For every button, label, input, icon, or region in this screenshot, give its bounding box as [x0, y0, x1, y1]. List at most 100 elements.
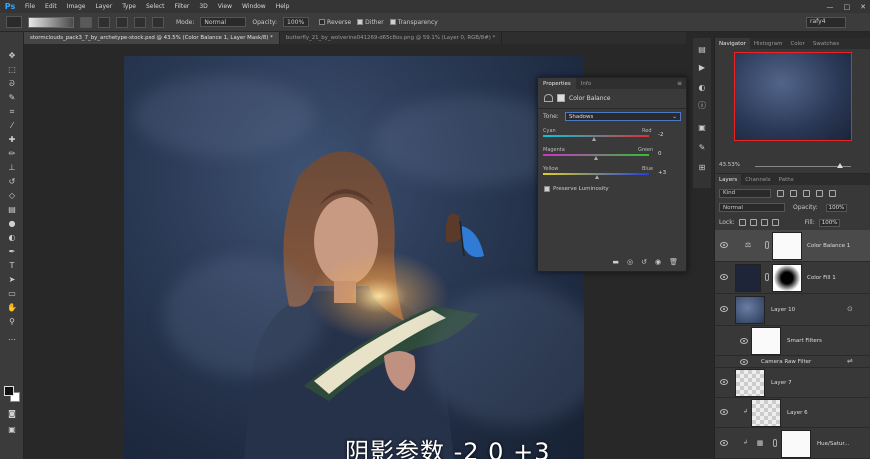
menu-type[interactable]: Type — [117, 3, 141, 10]
view-previous-icon[interactable]: ◎ — [627, 258, 633, 266]
menu-file[interactable]: File — [20, 3, 40, 10]
navigator-zoom-value[interactable]: 43.53% — [719, 162, 740, 168]
magenta-green-value[interactable]: 0 — [658, 151, 680, 159]
lasso-tool-icon[interactable]: ᘐ — [6, 78, 18, 89]
layer-name[interactable]: Smart Filters — [787, 338, 822, 344]
menu-edit[interactable]: Edit — [40, 3, 62, 10]
mask-link-icon[interactable] — [765, 241, 769, 249]
minimize-button[interactable]: — — [827, 3, 834, 11]
diamond-gradient-button[interactable] — [152, 16, 164, 28]
document-tab-butterfly[interactable]: butterfly_21_by_wolverine041269-d65c8os.… — [280, 32, 503, 44]
layer-name[interactable]: Color Balance 1 — [807, 243, 850, 249]
filter-mask-thumbnail[interactable] — [751, 327, 781, 355]
type-tool-icon[interactable]: T — [6, 260, 18, 271]
delete-icon[interactable]: 🗑 — [669, 258, 678, 266]
tab-histogram[interactable]: Histogram — [750, 38, 787, 49]
tab-swatches[interactable]: Swatches — [809, 38, 843, 49]
layer-mask-icon[interactable] — [557, 94, 565, 102]
lock-all-icon[interactable] — [771, 219, 779, 226]
close-button[interactable]: ✕ — [860, 3, 866, 11]
layer-opacity-input[interactable]: 100% — [825, 203, 848, 212]
reflected-gradient-button[interactable] — [134, 16, 146, 28]
layer-name[interactable]: Color Fill 1 — [807, 275, 836, 281]
crop-tool-icon[interactable]: ⌗ — [6, 106, 18, 117]
radial-gradient-button[interactable] — [98, 16, 110, 28]
properties-panel-icon[interactable]: ⊞ — [696, 162, 708, 173]
menu-filter[interactable]: Filter — [170, 3, 195, 10]
menu-3d[interactable]: 3D — [194, 3, 212, 10]
layer-name[interactable]: Hue/Satur... — [817, 441, 849, 447]
cyan-red-slider-thumb[interactable] — [592, 137, 597, 141]
dodge-tool-icon[interactable]: ◐ — [6, 232, 18, 243]
blur-tool-icon[interactable]: ● — [6, 218, 18, 229]
layer-mask-thumbnail[interactable] — [781, 430, 811, 458]
eraser-tool-icon[interactable]: ◇ — [6, 190, 18, 201]
smart-object-filter-icon[interactable] — [829, 189, 836, 197]
menu-view[interactable]: View — [213, 3, 237, 10]
adjustments-panel-icon[interactable]: ◐ — [696, 82, 708, 93]
mask-link-icon[interactable] — [773, 439, 777, 447]
layer-name[interactable]: Layer 7 — [771, 380, 792, 386]
layer-thumbnail[interactable] — [735, 296, 765, 324]
layer-row-camera-raw-filter[interactable]: Camera Raw Filter ⇌ — [715, 356, 870, 368]
menu-help[interactable]: Help — [271, 3, 295, 10]
gradient-tool-icon[interactable]: ▤ — [6, 204, 18, 215]
dither-checkbox-box[interactable] — [357, 19, 364, 25]
workspace-select[interactable]: rafy4 — [806, 17, 846, 28]
tab-properties[interactable]: Properties — [538, 78, 576, 89]
pen-tool-icon[interactable]: ✒ — [6, 246, 18, 257]
type-filter-icon[interactable] — [803, 189, 810, 197]
menu-select[interactable]: Select — [141, 3, 170, 10]
history-panel-icon[interactable]: ▤ — [696, 44, 708, 55]
menu-window[interactable]: Window — [237, 3, 271, 10]
gradient-picker[interactable] — [28, 16, 74, 28]
tab-navigator[interactable]: Navigator — [715, 38, 750, 49]
brush-tool-icon[interactable]: ✏ — [6, 148, 18, 159]
layer-mask-thumbnail[interactable] — [772, 264, 802, 292]
fill-color-thumbnail[interactable] — [735, 264, 761, 292]
foreground-color-swatch[interactable] — [4, 386, 14, 396]
transparency-checkbox[interactable]: Transparency — [389, 19, 438, 26]
layer-row-layer-10[interactable]: Layer 10 ⊙ — [715, 294, 870, 326]
angle-gradient-button[interactable] — [116, 16, 128, 28]
layer-thumbnail[interactable] — [735, 369, 765, 397]
yellow-blue-value[interactable]: +3 — [658, 170, 680, 178]
reset-icon[interactable]: ↺ — [641, 258, 647, 266]
quick-select-tool-icon[interactable]: ✎ — [6, 92, 18, 103]
visibility-eye-icon[interactable] — [740, 338, 748, 344]
maximize-button[interactable]: □ — [844, 3, 851, 11]
lock-position-icon[interactable] — [760, 219, 768, 226]
document-tab-stormclouds[interactable]: stormclouds_pack3_7_by_archetype-stock.p… — [24, 32, 280, 44]
dither-checkbox[interactable]: Dither — [357, 19, 384, 26]
layer-name[interactable]: Layer 10 — [771, 307, 795, 313]
navigator-zoom-slider[interactable] — [755, 163, 851, 168]
tone-select[interactable]: Shadows ⌄ — [564, 112, 681, 121]
adjustment-filter-icon[interactable] — [790, 189, 797, 197]
hand-tool-icon[interactable]: ✋ — [6, 302, 18, 313]
mode-select[interactable]: Normal — [200, 17, 247, 27]
quick-mask-icon[interactable]: ◙ — [6, 408, 18, 419]
screen-mode-icon[interactable]: ▣ — [6, 424, 18, 435]
magenta-green-slider-thumb[interactable] — [593, 156, 598, 160]
document-canvas-image[interactable] — [124, 56, 584, 459]
clip-to-layer-icon[interactable]: ▬ — [612, 258, 619, 266]
more-tools-icon[interactable]: ⋯ — [6, 334, 18, 345]
lock-image-icon[interactable] — [749, 219, 757, 226]
layer-row-layer-6[interactable]: ↲ Layer 6 — [715, 398, 870, 428]
history-brush-tool-icon[interactable]: ↺ — [6, 176, 18, 187]
layer-name[interactable]: Camera Raw Filter — [761, 359, 811, 365]
info-panel-icon[interactable]: ⓘ — [696, 100, 708, 111]
linear-gradient-button[interactable] — [80, 16, 92, 28]
navigator-preview[interactable] — [734, 52, 852, 141]
tab-channels[interactable]: Channels — [741, 174, 774, 185]
layer-name[interactable]: Layer 6 — [787, 410, 808, 416]
shape-tool-icon[interactable]: ▭ — [6, 288, 18, 299]
visibility-eye-icon[interactable] — [720, 306, 728, 312]
reverse-checkbox[interactable]: Reverse — [319, 19, 351, 26]
cyan-red-value[interactable]: -2 — [658, 132, 680, 140]
visibility-eye-icon[interactable] — [720, 242, 728, 248]
lock-transparent-icon[interactable] — [738, 219, 746, 226]
visibility-icon[interactable]: ◉ — [655, 258, 661, 266]
tab-color[interactable]: Color — [786, 38, 808, 49]
move-tool-icon[interactable]: ✥ — [6, 50, 18, 61]
